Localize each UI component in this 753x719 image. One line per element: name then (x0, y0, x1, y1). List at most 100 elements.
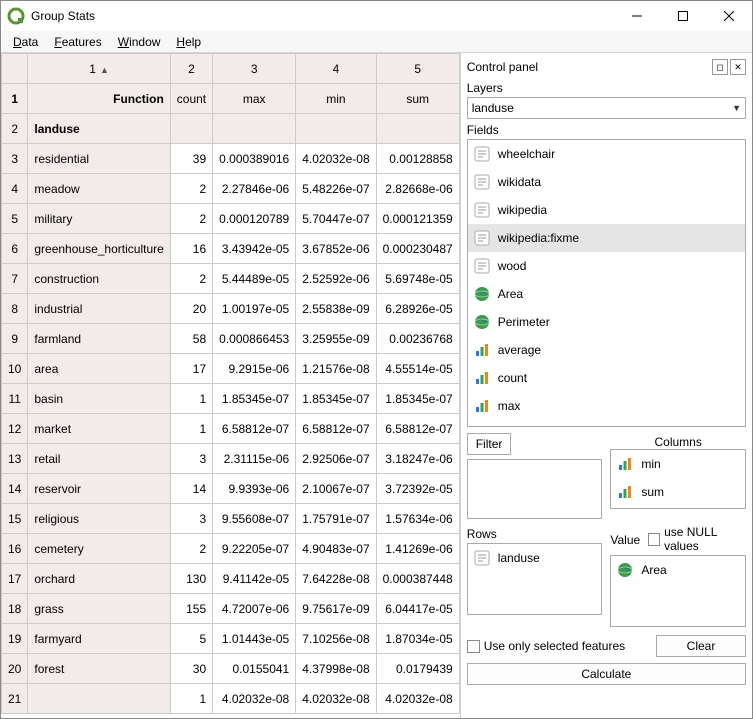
list-item[interactable]: wikipedia (468, 196, 745, 224)
col-header[interactable]: 5 (376, 54, 459, 84)
table-row[interactable]: 10 area 17 9.2915e-06 1.21576e-08 4.5551… (2, 354, 460, 384)
table-row[interactable]: 8 industrial 20 1.00197e-05 2.55838e-09 … (2, 294, 460, 324)
list-item[interactable]: median (468, 420, 745, 427)
cell: 3.25955e-09 (296, 324, 376, 354)
cell: 58 (170, 324, 212, 354)
row-header[interactable]: 21 (2, 684, 28, 714)
row-header[interactable]: 10 (2, 354, 28, 384)
filter-box[interactable] (467, 459, 603, 519)
table-row[interactable]: 16 cemetery 2 9.22205e-07 4.90483e-07 1.… (2, 534, 460, 564)
row-header[interactable]: 1 (2, 84, 28, 114)
corner-cell[interactable] (2, 54, 28, 84)
maximize-button[interactable] (660, 1, 706, 31)
row-header[interactable]: 19 (2, 624, 28, 654)
menu-help[interactable]: Help (168, 33, 209, 51)
use-null-checkbox[interactable]: use NULL values (648, 525, 746, 553)
list-item[interactable]: Area (611, 556, 745, 584)
list-item[interactable]: max (468, 392, 745, 420)
calculate-button[interactable]: Calculate (467, 663, 746, 685)
row-header[interactable]: 15 (2, 504, 28, 534)
filter-button[interactable]: Filter (467, 433, 512, 455)
table-row[interactable]: 2 landuse (2, 114, 460, 144)
close-button[interactable] (706, 1, 752, 31)
row-header[interactable]: 18 (2, 594, 28, 624)
list-item[interactable]: wikidata (468, 168, 745, 196)
menu-features[interactable]: Features (46, 33, 109, 51)
list-item[interactable]: count (468, 364, 745, 392)
list-item[interactable]: sum (611, 478, 745, 506)
list-item[interactable]: Area (468, 280, 745, 308)
list-item[interactable]: landuse (468, 544, 602, 572)
table-row[interactable]: 21 1 4.02032e-08 4.02032e-08 4.02032e-08 (2, 684, 460, 714)
menu-data[interactable]: Data (5, 33, 46, 51)
cell: 4.55514e-05 (376, 354, 459, 384)
table-row[interactable]: 14 reservoir 14 9.9393e-06 2.10067e-07 3… (2, 474, 460, 504)
minimize-button[interactable] (614, 1, 660, 31)
row-header[interactable]: 16 (2, 534, 28, 564)
table-row[interactable]: 13 retail 3 2.31115e-06 2.92506e-07 3.18… (2, 444, 460, 474)
col-header[interactable]: 2 (170, 54, 212, 84)
table-row[interactable]: 11 basin 1 1.85345e-07 1.85345e-07 1.853… (2, 384, 460, 414)
col-header[interactable]: 1▲ (28, 54, 170, 84)
results-table[interactable]: 1▲ 2 3 4 5 1 Function count max min sum (1, 53, 460, 714)
row-header[interactable]: 4 (2, 174, 28, 204)
chevron-down-icon: ▼ (732, 103, 741, 113)
table-row[interactable]: 17 orchard 130 9.41142e-05 7.64228e-08 0… (2, 564, 460, 594)
row-header[interactable]: 20 (2, 654, 28, 684)
row-header[interactable]: 13 (2, 444, 28, 474)
table-row[interactable]: 18 grass 155 4.72007e-06 9.75617e-09 6.0… (2, 594, 460, 624)
row-header[interactable]: 17 (2, 564, 28, 594)
close-panel-icon[interactable]: ✕ (730, 59, 746, 75)
list-item[interactable]: average (468, 336, 745, 364)
cell: 5.48226e-07 (296, 174, 376, 204)
cell: 0.0179439 (376, 654, 459, 684)
cell: 4.02032e-08 (376, 684, 459, 714)
list-item[interactable]: wood (468, 252, 745, 280)
list-item-label: wikipedia (498, 203, 547, 217)
list-item-label: min (641, 457, 660, 471)
table-row[interactable]: 19 farmyard 5 1.01443e-05 7.10256e-08 1.… (2, 624, 460, 654)
row-header[interactable]: 2 (2, 114, 28, 144)
cell: 4.90483e-07 (296, 534, 376, 564)
cell: 0.000230487 (376, 234, 459, 264)
panel-title: Control panel (467, 60, 710, 74)
menu-window[interactable]: Window (110, 33, 169, 51)
undock-icon[interactable]: ◻ (712, 59, 728, 75)
table-row[interactable]: 6 greenhouse_horticulture 16 3.43942e-05… (2, 234, 460, 264)
list-item-label: wikipedia:fixme (498, 231, 579, 245)
value-listbox[interactable]: Area (610, 555, 746, 627)
row-header[interactable]: 11 (2, 384, 28, 414)
table-row[interactable]: 20 forest 30 0.0155041 4.37998e-08 0.017… (2, 654, 460, 684)
layers-combo[interactable]: landuse▼ (467, 97, 746, 119)
row-header[interactable]: 6 (2, 234, 28, 264)
row-header[interactable]: 14 (2, 474, 28, 504)
row-header[interactable]: 8 (2, 294, 28, 324)
col-header[interactable]: 4 (296, 54, 376, 84)
table-row[interactable]: 12 market 1 6.58812e-07 6.58812e-07 6.58… (2, 414, 460, 444)
cell: 155 (170, 594, 212, 624)
table-row[interactable]: 3 residential 39 0.000389016 4.02032e-08… (2, 144, 460, 174)
table-row[interactable]: 5 military 2 0.000120789 5.70447e-07 0.0… (2, 204, 460, 234)
row-header[interactable]: 7 (2, 264, 28, 294)
row-header[interactable]: 12 (2, 414, 28, 444)
cell: 2 (170, 264, 212, 294)
cell: 9.75617e-09 (296, 594, 376, 624)
columns-listbox[interactable]: min sum (610, 449, 746, 509)
fields-listbox[interactable]: wheelchairwikidata wikipedia wikipedia:fix… (467, 139, 746, 427)
row-header[interactable]: 9 (2, 324, 28, 354)
table-row[interactable]: 4 meadow 2 2.27846e-06 5.48226e-07 2.826… (2, 174, 460, 204)
list-item[interactable]: wheelchair (468, 140, 745, 168)
list-item[interactable]: min (611, 450, 745, 478)
use-selected-checkbox[interactable]: Use only selected features (467, 639, 650, 653)
table-row[interactable]: 15 religious 3 9.55608e-07 1.75791e-07 1… (2, 504, 460, 534)
row-header[interactable]: 3 (2, 144, 28, 174)
list-item[interactable]: wikipedia:fixme (468, 224, 745, 252)
row-header[interactable]: 5 (2, 204, 28, 234)
col-header[interactable]: 3 (213, 54, 296, 84)
table-row[interactable]: 7 construction 2 5.44489e-05 2.52592e-06… (2, 264, 460, 294)
table-row[interactable]: 9 farmland 58 0.000866453 3.25955e-09 0.… (2, 324, 460, 354)
clear-button[interactable]: Clear (656, 635, 746, 657)
list-item[interactable]: Perimeter (468, 308, 745, 336)
cell: 9.9393e-06 (213, 474, 296, 504)
rows-listbox[interactable]: landuse (467, 543, 603, 615)
